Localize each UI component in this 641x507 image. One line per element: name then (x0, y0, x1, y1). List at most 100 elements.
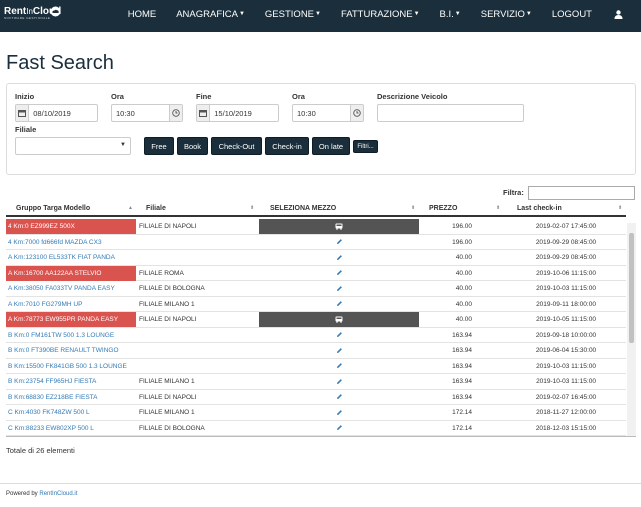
inizio-label: Inizio (15, 92, 35, 101)
pencil-icon[interactable] (336, 362, 343, 369)
clock-icon[interactable] (169, 105, 182, 121)
table-row[interactable]: B Km:23754 FF965HJ FIESTA FILIALE MILANO … (6, 374, 626, 390)
cell-filiale: FILIALE MILANO 1 (139, 378, 195, 385)
scroll-thumb[interactable] (629, 233, 634, 343)
cell-gruppo[interactable]: A Km:7010 FG279MH UP (6, 297, 136, 312)
cell-seleziona[interactable] (259, 297, 419, 312)
inizio-date-input[interactable] (29, 105, 97, 121)
pencil-icon[interactable] (336, 285, 343, 292)
cell-seleziona[interactable] (259, 421, 419, 436)
cell-seleziona[interactable] (259, 235, 419, 250)
pencil-icon[interactable] (336, 347, 343, 354)
calendar-icon[interactable] (16, 105, 30, 121)
cell-seleziona[interactable] (259, 343, 419, 358)
table-row[interactable]: B Km:0 FM161TW 500 1.3 LOUNGE 163.94 2019-… (6, 328, 626, 343)
pencil-icon[interactable] (336, 409, 343, 416)
cell-seleziona[interactable] (259, 374, 419, 389)
pencil-icon[interactable] (336, 424, 343, 431)
cell-seleziona[interactable] (259, 405, 419, 420)
pencil-icon[interactable] (336, 254, 343, 261)
ora1-time-input[interactable] (112, 105, 170, 121)
col-filiale[interactable]: Filiale (146, 205, 166, 212)
col-prezzo[interactable]: PREZZO (429, 205, 457, 212)
clock-icon[interactable] (350, 105, 363, 121)
cell-gruppo[interactable]: C Km:88233 EW802XP 500 L (6, 421, 136, 436)
cell-gruppo[interactable]: A Km:123100 EL533TK FIAT PANDA (6, 250, 136, 265)
cell-seleziona[interactable] (259, 328, 419, 343)
pencil-icon[interactable] (336, 378, 343, 385)
pencil-icon[interactable] (336, 393, 343, 400)
filtri-button[interactable]: Filtri... (353, 140, 378, 153)
on-late-button[interactable]: On late (312, 137, 350, 155)
check-in-button[interactable]: Check-in (265, 137, 309, 155)
check-out-button[interactable]: Check-Out (211, 137, 262, 155)
pencil-icon[interactable] (336, 269, 343, 276)
table-row[interactable]: 4 Km:7000 fd666fd MAZDA CX3 196.00 2019-09… (6, 235, 626, 250)
cell-gruppo[interactable]: B Km:68830 EZ218BE FIESTA (6, 390, 136, 405)
cell-seleziona[interactable] (259, 266, 419, 281)
table-row[interactable]: C Km:4030 FK748ZW 500 L FILIALE MILANO 1 1… (6, 405, 626, 421)
table-row[interactable]: A Km:7010 FG279MH UP FILIALE MILANO 1 40.0… (6, 297, 626, 312)
pencil-icon[interactable] (336, 331, 343, 338)
cell-gruppo[interactable]: B Km:0 FT390BE RENAULT TWINGO (6, 343, 136, 358)
nav-bi[interactable]: B.I. ▼ (430, 9, 471, 20)
table-row[interactable]: A Km:123100 EL533TK FIAT PANDA 40.00 2019-… (6, 250, 626, 266)
calendar-icon[interactable] (197, 105, 211, 121)
sort-icon[interactable]: ⬍ (250, 205, 254, 211)
descrizione-input[interactable] (377, 104, 524, 122)
cell-seleziona[interactable] (259, 359, 419, 374)
cell-gruppo[interactable]: B Km:15500 FK841GB 500 1.3 LOUNGE (6, 359, 136, 374)
table-filter-input[interactable] (528, 186, 635, 200)
nav-home[interactable]: HOME (118, 9, 167, 20)
cell-filiale: FILIALE DI NAPOLI (139, 223, 197, 230)
cell-gruppo[interactable]: A Km:78773 EW955PR PANDA EASY (6, 312, 136, 327)
pencil-icon[interactable] (336, 238, 343, 245)
ora2-time-input[interactable] (293, 105, 351, 121)
sort-icon[interactable]: ⬍ (618, 205, 622, 211)
cell-gruppo[interactable]: A Km:38050 FA033TV PANDA EASY (6, 281, 136, 296)
fine-date-input[interactable] (210, 105, 278, 121)
cell-gruppo[interactable]: B Km:23754 FF965HJ FIESTA (6, 374, 136, 389)
table-row[interactable]: B Km:68830 EZ218BE FIESTA FILIALE DI NAPO… (6, 390, 626, 405)
sort-asc-icon[interactable]: ▲ (128, 205, 133, 211)
filiale-select[interactable]: ▼ (15, 137, 131, 155)
cell-filiale: FILIALE DI BOLOGNA (139, 285, 205, 292)
nav-anagrafica[interactable]: ANAGRAFICA ▼ (166, 9, 255, 20)
cell-gruppo[interactable]: A Km:16700 AA122AA STELVIO (6, 265, 136, 281)
table-row[interactable]: A Km:38050 FA033TV PANDA EASY FILIALE DI … (6, 281, 626, 297)
nav-servizio[interactable]: SERVIZIO ▼ (471, 9, 542, 20)
col-gruppo[interactable]: Gruppo Targa Modello (16, 205, 90, 212)
footer-link[interactable]: RentInCloud.it (39, 491, 77, 497)
nav-logout[interactable]: LOGOUT (542, 9, 602, 20)
cell-seleziona[interactable] (259, 219, 419, 234)
cell-seleziona[interactable] (259, 281, 419, 296)
table-row[interactable]: A Km:16700 AA122AA STELVIO FILIALE ROMA 40… (6, 265, 626, 281)
col-seleziona[interactable]: SELEZIONA MEZZO (270, 205, 336, 212)
table-row[interactable]: B Km:0 FT390BE RENAULT TWINGO 163.94 2019-… (6, 343, 626, 359)
sort-icon[interactable]: ⬍ (411, 205, 415, 211)
cell-seleziona[interactable] (259, 250, 419, 265)
footer: Powered by RentInCloud.it (6, 491, 77, 497)
nav-fatturazione[interactable]: FATTURAZIONE ▼ (331, 9, 430, 20)
nav-user[interactable] (602, 9, 641, 19)
sort-icon[interactable]: ⬍ (496, 205, 500, 211)
pencil-icon[interactable] (336, 300, 343, 307)
nav-gestione[interactable]: GESTIONE ▼ (255, 9, 331, 20)
table-row[interactable]: B Km:15500 FK841GB 500 1.3 LOUNGE 163.94 2… (6, 359, 626, 374)
cloud-icon (50, 6, 61, 17)
bus-icon[interactable] (335, 223, 343, 230)
free-button[interactable]: Free (144, 137, 174, 155)
cell-gruppo[interactable]: 4 Km:7000 fd666fd MAZDA CX3 (6, 235, 136, 250)
cell-gruppo[interactable]: 4 Km:0 EZ999EZ 500X (6, 219, 136, 234)
table-scrollbar[interactable] (627, 223, 636, 436)
table-row[interactable]: 4 Km:0 EZ999EZ 500X FILIALE DI NAPOLI 196.… (6, 219, 626, 235)
cell-gruppo[interactable]: B Km:0 FM161TW 500 1.3 LOUNGE (6, 328, 136, 343)
cell-gruppo[interactable]: C Km:4030 FK748ZW 500 L (6, 405, 136, 420)
bus-icon[interactable] (335, 316, 343, 323)
table-row[interactable]: C Km:88233 EW802XP 500 L FILIALE DI BOLOG… (6, 421, 626, 436)
book-button[interactable]: Book (177, 137, 208, 155)
col-lastcheckin[interactable]: Last check-in (517, 205, 562, 212)
cell-seleziona[interactable] (259, 312, 419, 327)
cell-seleziona[interactable] (259, 390, 419, 405)
table-row[interactable]: A Km:78773 EW955PR PANDA EASY FILIALE DI … (6, 312, 626, 328)
